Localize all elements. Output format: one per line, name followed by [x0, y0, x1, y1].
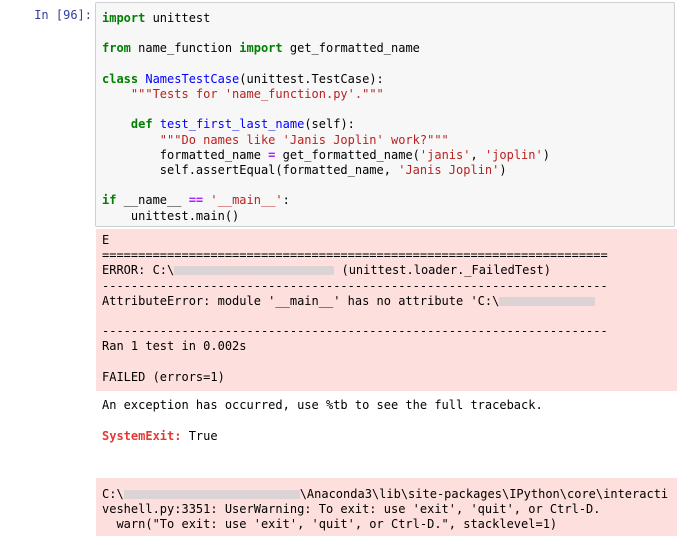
keyword: import: [102, 11, 146, 25]
system-exit-line: SystemExit: True: [96, 429, 218, 444]
code-text: name_function: [130, 41, 240, 56]
exception-name: SystemExit:: [102, 429, 182, 443]
function-name: test_first_last_name: [159, 117, 305, 132]
string-literal: 'joplin': [484, 147, 543, 162]
exception-value: True: [181, 429, 218, 443]
class-name: NamesTestCase: [145, 71, 240, 86]
keyword: def: [130, 117, 153, 132]
code-cell[interactable]: import unittest from name_function impor…: [95, 2, 675, 227]
operator: ==: [188, 193, 204, 208]
code-text: unittest.main(): [130, 208, 240, 223]
code-editor[interactable]: import unittest from name_function impor…: [96, 3, 674, 224]
stderr-warning: C:\ \Anaconda3\lib\site-packages\IPython\…: [96, 478, 677, 536]
redacted-path: [174, 266, 335, 276]
code-text: (self):: [304, 117, 355, 132]
docstring: """Do names like 'Janis Joplin' work?""": [159, 132, 449, 147]
output-line: FAILED (errors=1): [102, 369, 225, 384]
code-text: get_formatted_name(: [275, 147, 420, 162]
output-line: ----------------------------------------…: [102, 278, 608, 293]
docstring: """Tests for 'name_function.py'.""": [130, 87, 384, 102]
string-literal: '__main__': [210, 193, 283, 208]
code-text: :: [282, 193, 290, 208]
code-text: (unittest.TestCase):: [239, 71, 384, 86]
output-line: warn("To exit: use 'exit', 'quit', or Ct…: [102, 517, 558, 532]
string-literal: 'janis': [419, 147, 471, 162]
output-line: ERROR: C:\: [102, 263, 175, 278]
stderr-output: E ======================================…: [96, 229, 677, 391]
code-text: ): [542, 147, 550, 162]
code-text: ,: [470, 147, 485, 162]
output-line: (unittest.loader._FailedTest): [334, 263, 551, 278]
string-literal: 'Janis Joplin': [398, 163, 500, 178]
code-text: unittest: [145, 11, 211, 25]
output-line: ========================================…: [102, 248, 608, 263]
redacted-path: [499, 296, 596, 306]
code-text: ): [499, 163, 507, 178]
keyword: class: [102, 71, 139, 86]
code-text: get_formatted_name: [282, 41, 420, 56]
input-prompt: In [96]:: [34, 8, 92, 22]
output-line: E: [102, 233, 110, 247]
output-line: \Anaconda3\lib\site-packages\IPython\cor…: [299, 487, 669, 501]
keyword: from: [102, 41, 131, 56]
output-line: veshell.py:3351: UserWarning: To exit: u…: [102, 502, 601, 517]
code-text: formatted_name: [159, 147, 269, 162]
code-text: self.assertEqual(formatted_name,: [159, 163, 399, 178]
keyword: import: [239, 41, 283, 56]
traceback-message: An exception has occurred, use %tb to se…: [102, 398, 543, 412]
output-line: ----------------------------------------…: [102, 324, 608, 339]
output-line: Ran 1 test in 0.002s: [102, 339, 247, 354]
redacted-path: [123, 490, 300, 499]
keyword: if: [102, 193, 117, 208]
output-line: AttributeError: module '__main__' has no…: [102, 293, 500, 308]
output-line: C:\: [102, 487, 124, 501]
code-text: __name__: [116, 193, 189, 208]
